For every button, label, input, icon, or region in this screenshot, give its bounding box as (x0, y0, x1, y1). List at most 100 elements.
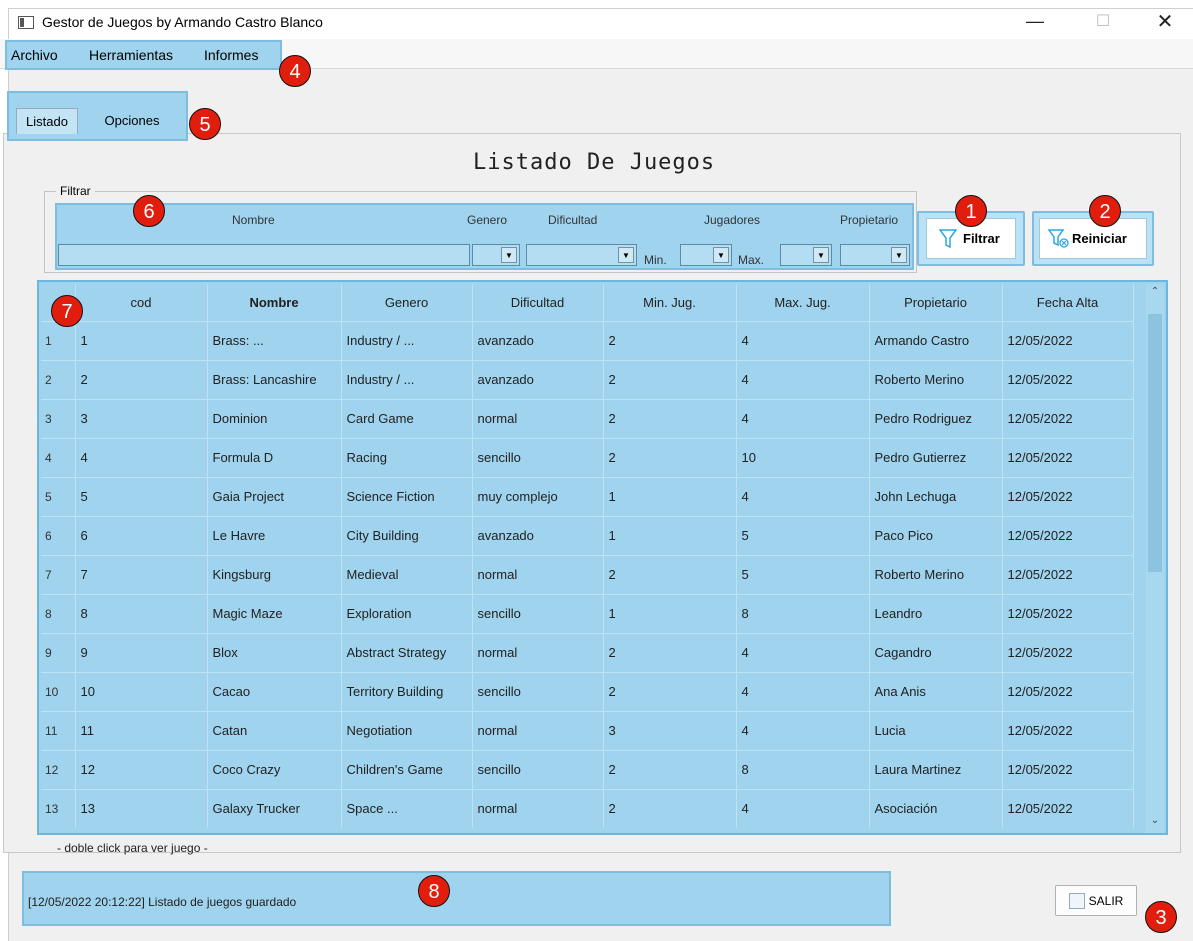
chevron-down-icon[interactable]: ▼ (813, 247, 829, 263)
cell-propietario: Armando Castro (869, 320, 1003, 360)
table-header: cod Nombre Genero Dificultad Min. Jug. M… (41, 284, 1134, 321)
salir-button[interactable]: SALIR (1055, 885, 1137, 916)
cell-nombre: Kingsburg (207, 554, 342, 594)
column-header-min-jug[interactable]: Min. Jug. (603, 284, 737, 321)
vertical-scrollbar[interactable]: ⌃ ⌄ (1146, 284, 1164, 833)
cell-fecha-alta: 12/05/2022 (1002, 320, 1134, 360)
cell-fecha-alta: 12/05/2022 (1002, 359, 1134, 399)
chevron-down-icon[interactable]: ▼ (891, 247, 907, 263)
cell-cod: 6 (75, 515, 208, 555)
cell-genero: Science Fiction (341, 476, 473, 516)
chevron-down-icon[interactable]: ▼ (501, 247, 517, 263)
maximize-button[interactable]: ☐ (1080, 6, 1126, 36)
callout-badge: 2 (1089, 195, 1121, 227)
cell-max-jug: 4 (736, 671, 870, 711)
tab-listado[interactable]: Listado (16, 108, 78, 134)
column-header-max-jug[interactable]: Max. Jug. (736, 284, 870, 321)
dificultad-select[interactable]: ▼ (526, 244, 637, 266)
cell-min-jug: 2 (603, 554, 737, 594)
table-row[interactable]: 12 12 Coco Crazy Children's Game sencillo 2 8 L… (41, 749, 1134, 789)
cell-dificultad: normal (472, 632, 604, 672)
games-table[interactable]: cod Nombre Genero Dificultad Min. Jug. M… (37, 280, 1168, 835)
min-jugadores-select[interactable]: ▼ (680, 244, 732, 266)
chevron-down-icon[interactable]: ▼ (618, 247, 634, 263)
column-header-fecha-alta[interactable]: Fecha Alta (1002, 284, 1134, 321)
table-row[interactable]: 4 4 Formula D Racing sencillo 2 10 Pedro Gutier… (41, 437, 1134, 477)
cell-nombre: Coco Crazy (207, 749, 342, 789)
minimize-button[interactable]: — (1012, 6, 1058, 36)
column-header-cod[interactable]: cod (75, 284, 208, 321)
genero-select[interactable]: ▼ (472, 244, 520, 266)
menu-archivo[interactable]: Archivo (11, 47, 58, 63)
cell-min-jug: 2 (603, 788, 737, 828)
cell-dificultad: sencillo (472, 437, 604, 477)
callout-badge: 5 (189, 108, 221, 140)
cell-genero: Abstract Strategy (341, 632, 473, 672)
cell-propietario: Cagandro (869, 632, 1003, 672)
table-row[interactable]: 9 9 Blox Abstract Strategy normal 2 4 Cagandro 1… (41, 632, 1134, 672)
table-row[interactable]: 8 8 Magic Maze Exploration sencillo 1 8 Leandro… (41, 593, 1134, 633)
table-row[interactable]: 3 3 Dominion Card Game normal 2 4 Pedro Rodrigu… (41, 398, 1134, 438)
cell-min-jug: 2 (603, 632, 737, 672)
cell-max-jug: 8 (736, 749, 870, 789)
cell-nombre: Dominion (207, 398, 342, 438)
row-number: 2 (41, 359, 76, 399)
tab-opciones[interactable]: Opciones (88, 108, 176, 134)
close-button[interactable]: ✕ (1142, 6, 1188, 36)
cell-fecha-alta: 12/05/2022 (1002, 593, 1134, 633)
cell-cod: 4 (75, 437, 208, 477)
cell-genero: Negotiation (341, 710, 473, 750)
propietario-select[interactable]: ▼ (840, 244, 910, 266)
filter-label-dificultad: Dificultad (548, 213, 598, 227)
filter-legend: Filtrar (56, 184, 95, 198)
cell-nombre: Le Havre (207, 515, 342, 555)
cell-fecha-alta: 12/05/2022 (1002, 671, 1134, 711)
column-header-nombre[interactable]: Nombre (207, 284, 342, 321)
cell-min-jug: 1 (603, 476, 737, 516)
table-row[interactable]: 11 11 Catan Negotiation normal 3 4 Lucia 12/05/2… (41, 710, 1134, 750)
clear-filter-icon (1048, 228, 1069, 249)
table-row[interactable]: 10 10 Cacao Territory Building sencillo 2 4 Ana… (41, 671, 1134, 711)
filter-label-min: Min. (644, 253, 667, 267)
menu-informes[interactable]: Informes (204, 47, 258, 63)
cell-max-jug: 8 (736, 593, 870, 633)
table-body: 1 1 Brass: ... Industry / ... avanzado 2 4 Arma… (41, 320, 1134, 828)
cell-nombre: Brass: ... (207, 320, 342, 360)
cell-cod: 3 (75, 398, 208, 438)
reiniciar-button[interactable]: Reiniciar (1039, 218, 1147, 259)
cell-genero: Industry / ... (341, 320, 473, 360)
max-jugadores-select[interactable]: ▼ (780, 244, 832, 266)
table-row[interactable]: 7 7 Kingsburg Medieval normal 2 5 Roberto Merin… (41, 554, 1134, 594)
cell-dificultad: sencillo (472, 749, 604, 789)
table-row[interactable]: 1 1 Brass: ... Industry / ... avanzado 2 4 Arma… (41, 320, 1134, 360)
scroll-down-icon[interactable]: ⌄ (1146, 815, 1164, 831)
scroll-up-icon[interactable]: ⌃ (1146, 286, 1164, 302)
cell-propietario: John Lechuga (869, 476, 1003, 516)
callout-badge: 8 (418, 875, 450, 907)
filter-icon (939, 228, 957, 249)
table-row[interactable]: 2 2 Brass: Lancashire Industry / ... avanzad… (41, 359, 1134, 399)
column-header-dificultad[interactable]: Dificultad (472, 284, 604, 321)
cell-propietario: Roberto Merino (869, 359, 1003, 399)
row-number: 10 (41, 671, 76, 711)
column-header-propietario[interactable]: Propietario (869, 284, 1003, 321)
cell-nombre: Catan (207, 710, 342, 750)
chevron-down-icon[interactable]: ▼ (713, 247, 729, 263)
page-title: Listado De Juegos (473, 150, 716, 175)
cell-min-jug: 1 (603, 515, 737, 555)
double-click-hint: - doble click para ver juego - (57, 841, 208, 855)
cell-fecha-alta: 12/05/2022 (1002, 749, 1134, 789)
cell-cod: 1 (75, 320, 208, 360)
cell-max-jug: 5 (736, 554, 870, 594)
menu-herramientas[interactable]: Herramientas (89, 47, 173, 63)
cell-propietario: Leandro (869, 593, 1003, 633)
scrollbar-thumb[interactable] (1148, 314, 1162, 572)
nombre-input[interactable] (58, 244, 470, 266)
cell-max-jug: 4 (736, 320, 870, 360)
table-row[interactable]: 6 6 Le Havre City Building avanzado 1 5 Paco Pi… (41, 515, 1134, 555)
table-row[interactable]: 5 5 Gaia Project Science Fiction muy complej… (41, 476, 1134, 516)
cell-min-jug: 2 (603, 320, 737, 360)
row-number: 4 (41, 437, 76, 477)
table-row[interactable]: 13 13 Galaxy Trucker Space ... normal 2 4 Asoci… (41, 788, 1134, 828)
column-header-genero[interactable]: Genero (341, 284, 473, 321)
